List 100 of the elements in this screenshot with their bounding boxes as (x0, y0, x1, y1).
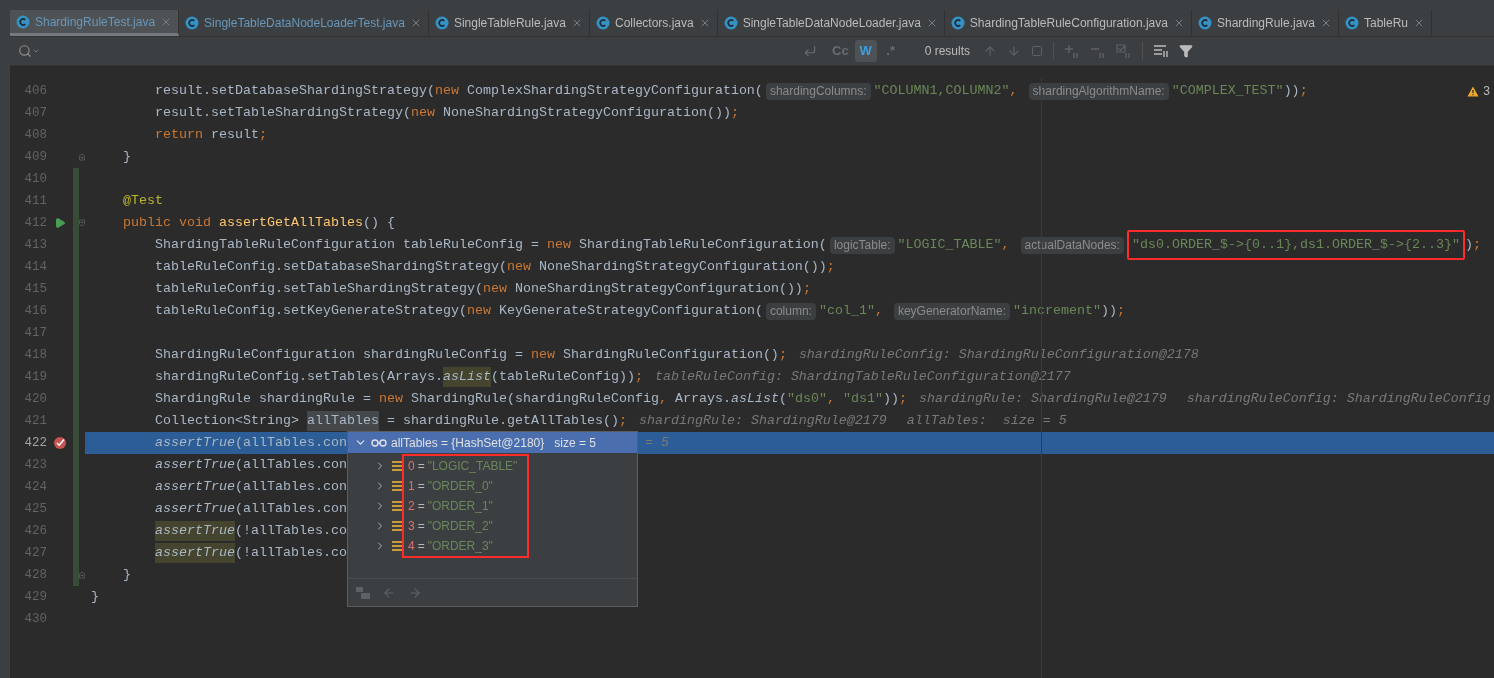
dropdown-icon[interactable] (32, 47, 40, 55)
code-token: return (155, 126, 203, 144)
equals-sign: = (417, 478, 425, 495)
class-icon (950, 16, 965, 30)
debug-value: allTables: size = 5 (906, 412, 1067, 430)
code-token: ; (778, 346, 787, 364)
parameter-hint: keyGeneratorName: (893, 302, 1010, 320)
code-token: "col_1" (818, 302, 875, 320)
debug-value: shardingRuleConfig: ShardingRuleConfiguration@2178 (798, 346, 1199, 364)
back-icon[interactable] (381, 585, 396, 600)
add-occurrence-icon[interactable] (1063, 44, 1080, 58)
next-icon[interactable] (1006, 44, 1021, 58)
forward-icon[interactable] (407, 585, 422, 600)
line-number: 412 (23, 214, 47, 232)
popup-header[interactable]: allTables = {HashSet@2180} size = 5 (347, 432, 637, 453)
item-value: "ORDER_2" (427, 518, 493, 535)
item-index: 0 (407, 458, 415, 475)
editor-tab[interactable]: SingleTableRule.java (428, 10, 590, 36)
editor-tab[interactable]: ShardingTableRuleConfiguration.java (944, 10, 1192, 36)
code-token: "COLUMN1,COLUMN2" (873, 82, 1010, 100)
tree-view-icon[interactable] (355, 586, 370, 599)
code-token: () { (362, 214, 395, 232)
previous-icon[interactable] (982, 44, 997, 58)
code-token: new (482, 280, 507, 298)
fold-icon[interactable] (79, 218, 85, 228)
code-token: ) (1464, 236, 1473, 254)
warning-indicator[interactable]: 3 (1467, 82, 1490, 100)
code-token: ShardingRuleConfiguration() (562, 346, 779, 364)
code-token: ; (826, 258, 835, 276)
code-token: (!allTables.co (235, 544, 347, 562)
code-token: ; (1472, 236, 1481, 254)
line-number: 426 (23, 522, 47, 540)
tree-item[interactable]: 2 = "ORDER_1" (403, 496, 527, 516)
code-token: ; (259, 126, 267, 144)
editor-tab[interactable]: TableRu (1339, 10, 1433, 36)
editor-tab[interactable]: Collectors.java (589, 10, 718, 36)
list-icon (391, 481, 402, 491)
equals-sign: = (417, 458, 425, 475)
line-number: 423 (23, 456, 47, 474)
line-number: 406 (23, 82, 47, 100)
class-icon (185, 16, 200, 30)
code-token: , (1009, 82, 1018, 100)
code-token: result.setDatabaseShardingStrategy( (155, 82, 435, 100)
editor-tab[interactable]: SingleTableDataNodeLoaderTest.java (179, 10, 429, 36)
glasses-icon (370, 438, 387, 447)
code-token: ShardingTableRuleConfiguration( (578, 236, 827, 254)
code-token: new (546, 236, 571, 254)
close-icon[interactable] (1320, 17, 1332, 29)
code-token: } (123, 148, 131, 166)
code-token: ; (1299, 82, 1308, 100)
code-token: result.setTableShardingStrategy( (155, 104, 411, 122)
code-token: ShardingRule shardingRule = (155, 390, 371, 408)
list-icon (391, 501, 402, 511)
line-number: 409 (23, 148, 47, 166)
code-token: shardingRuleConfig.setTables(Arrays. (155, 368, 443, 386)
code-token: )) (1283, 82, 1300, 100)
highlighted-string: "ds0.ORDER_$->{0..1},ds1.ORDER_$->{2..3}" (1126, 230, 1465, 260)
code-token: (allTables.con (235, 478, 347, 496)
tree-item[interactable]: 3 = "ORDER_2" (403, 516, 527, 536)
select-occurrences-icon[interactable] (1115, 44, 1132, 58)
code-token: assertTrue (155, 543, 235, 563)
line-number: 425 (23, 500, 47, 518)
code-token: ; (1116, 302, 1125, 320)
code-token: Collection<String> (155, 412, 299, 430)
code-token: ShardingTableRuleConfiguration tableRuleConfig = (155, 236, 539, 254)
code-token: "ds1" (842, 390, 883, 408)
select-all-icon[interactable] (1030, 45, 1043, 57)
fold-icon[interactable] (79, 570, 85, 580)
parameter-hint: shardingAlgorithmName: (1028, 82, 1169, 100)
line-number: 418 (23, 346, 47, 364)
newline-icon[interactable] (803, 44, 817, 58)
editor-tab[interactable]: ShardingRule.java (1191, 10, 1339, 36)
filter-lines-icon[interactable] (1152, 44, 1169, 58)
tree-item[interactable]: 0 = "LOGIC_TABLE" (403, 456, 527, 476)
code-token: "increment" (1012, 302, 1101, 320)
tree-item[interactable]: 1 = "ORDER_0" (403, 476, 527, 496)
line-number: 408 (23, 126, 47, 144)
line-number: 410 (23, 170, 47, 188)
debug-value: shardingRule: ShardingRule@2179 (918, 390, 1167, 408)
code-token: (allTables.con (235, 500, 347, 518)
filter-icon[interactable] (1178, 44, 1193, 58)
breakpoint-icon[interactable] (53, 436, 67, 450)
list-icon (391, 541, 402, 551)
code-token: )) (882, 390, 899, 408)
item-index: 1 (407, 478, 415, 495)
editor-tab[interactable]: SingleTableDataNodeLoader.java (717, 10, 945, 36)
item-index: 3 (407, 518, 415, 535)
code-token: )) (1100, 302, 1117, 320)
code-token: assertTrue (155, 434, 235, 452)
code-token: "LOGIC_TABLE" (897, 236, 1002, 254)
fold-icon[interactable] (79, 152, 85, 162)
tree-item[interactable]: 4 = "ORDER_3" (403, 536, 527, 556)
run-icon[interactable] (54, 217, 66, 229)
code-token: (tableRuleConfig)) (490, 368, 635, 386)
equals-sign: = (417, 538, 425, 555)
code-token: asList (442, 367, 491, 387)
code-token: ; (898, 390, 907, 408)
debug-value: shardingRuleConfig: ShardingRuleConfig (1186, 390, 1491, 408)
code-token: (!allTables.co (235, 522, 347, 540)
code-token: ShardingRuleConfiguration shardingRuleConfig = (155, 346, 523, 364)
